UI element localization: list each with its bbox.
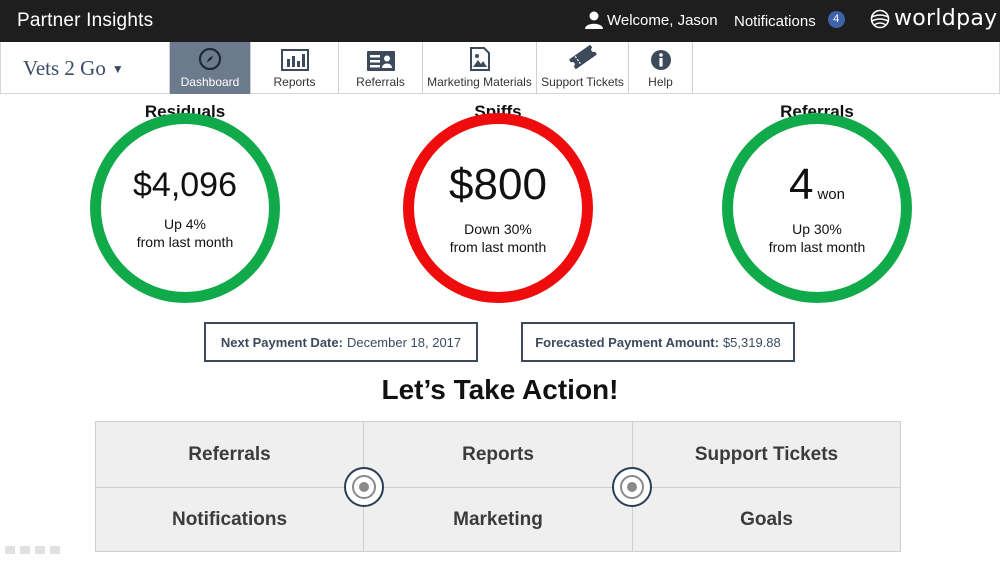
tab-label: Support Tickets (541, 75, 624, 89)
action-goals[interactable]: Goals (633, 488, 900, 551)
action-referrals[interactable]: Referrals (96, 422, 363, 487)
action-title: Let’s Take Action! (381, 374, 619, 405)
action-marketing[interactable]: Marketing (364, 488, 632, 551)
tab-referrals[interactable]: Referrals (339, 42, 423, 94)
target-knob-icon (344, 467, 384, 507)
caret-down-icon: ▼ (111, 61, 124, 76)
referrals-unit: won (817, 186, 845, 203)
worldpay-logo: worldpay (870, 6, 997, 31)
tab-label: Referrals (356, 75, 405, 89)
top-bar: Partner Insights Welcome, Jason Notifica… (0, 0, 1000, 42)
ticket-icon (568, 45, 597, 69)
next-payment-date-box: Next Payment Date: December 18, 2017 (204, 322, 478, 362)
referrals-value: 4 (788, 160, 814, 209)
spiffs-change: Down 30% (464, 221, 532, 237)
slide-controls (5, 546, 60, 554)
referrals-change: Up 30% (792, 221, 842, 237)
residuals-change-text: Up 4% from last month (137, 215, 233, 251)
forecasted-payment-label: Forecasted Payment Amount: (535, 334, 719, 350)
referrals-value-wrap: 4 won (789, 160, 845, 210)
spiffs-change-text: Down 30% from last month (450, 220, 546, 256)
user-icon (585, 11, 603, 29)
forecasted-payment-box: Forecasted Payment Amount: $5,319.88 (521, 322, 795, 362)
referrals-ring[interactable]: 4 won Up 30% from last month (722, 113, 912, 303)
org-name: Vets 2 Go (23, 56, 106, 80)
residuals-value: $4,096 (133, 166, 237, 204)
org-selector[interactable]: Vets 2 Go ▼ (23, 56, 124, 81)
welcome-user[interactable]: Welcome, Jason (584, 11, 718, 29)
brand-name: worldpay (894, 6, 998, 31)
forecasted-payment-value: $5,319.88 (722, 334, 781, 350)
notifications-label: Notifications (734, 13, 816, 30)
image-icon (469, 47, 490, 71)
tab-dashboard[interactable]: Dashboard (169, 42, 251, 94)
notifications-link[interactable]: Notifications 4 (734, 11, 845, 30)
pen-icon[interactable] (20, 546, 30, 554)
action-support-tickets[interactable]: Support Tickets (633, 422, 900, 487)
tab-label: Reports (273, 75, 316, 89)
tab-support-tickets[interactable]: Support Tickets (537, 42, 629, 94)
action-grid: Referrals Reports Support Tickets Notifi… (95, 421, 901, 552)
bar-chart-icon (280, 49, 309, 71)
residuals-period: from last month (136, 234, 234, 250)
menu-icon[interactable] (35, 546, 45, 554)
action-notifications[interactable]: Notifications (96, 488, 363, 551)
prev-slide-icon[interactable] (5, 546, 15, 554)
residuals-change: Up 4% (163, 216, 206, 232)
nav-tabs: Dashboard Reports Referrals Marketing Ma… (169, 42, 693, 94)
tab-help[interactable]: Help (629, 42, 693, 94)
spiffs-period: from last month (449, 239, 547, 255)
spiffs-value: $800 (449, 160, 547, 209)
target-knob-icon (612, 467, 652, 507)
globe-icon (870, 9, 890, 28)
next-payment-date-label: Next Payment Date: (220, 334, 343, 350)
nav-bar: Vets 2 Go ▼ Dashboard Reports Referrals … (0, 42, 1000, 94)
next-payment-date-value: December 18, 2017 (346, 334, 462, 350)
spiffs-ring[interactable]: $800 Down 30% from last month (403, 113, 593, 303)
action-reports[interactable]: Reports (364, 422, 632, 487)
info-icon (650, 50, 671, 70)
tab-label: Help (648, 75, 673, 89)
notifications-count-badge: 4 (827, 11, 845, 28)
tab-marketing-materials[interactable]: Marketing Materials (423, 42, 537, 94)
app-title: Partner Insights (17, 10, 154, 31)
tab-label: Marketing Materials (427, 75, 532, 89)
welcome-text: Welcome, Jason (607, 11, 718, 29)
referrals-change-text: Up 30% from last month (769, 220, 865, 256)
id-card-icon (366, 51, 395, 71)
tab-reports[interactable]: Reports (251, 42, 339, 94)
next-slide-icon[interactable] (50, 546, 60, 554)
referrals-period: from last month (768, 239, 866, 255)
residuals-ring[interactable]: $4,096 Up 4% from last month (90, 113, 280, 303)
tab-label: Dashboard (180, 75, 240, 89)
compass-icon (198, 47, 222, 71)
